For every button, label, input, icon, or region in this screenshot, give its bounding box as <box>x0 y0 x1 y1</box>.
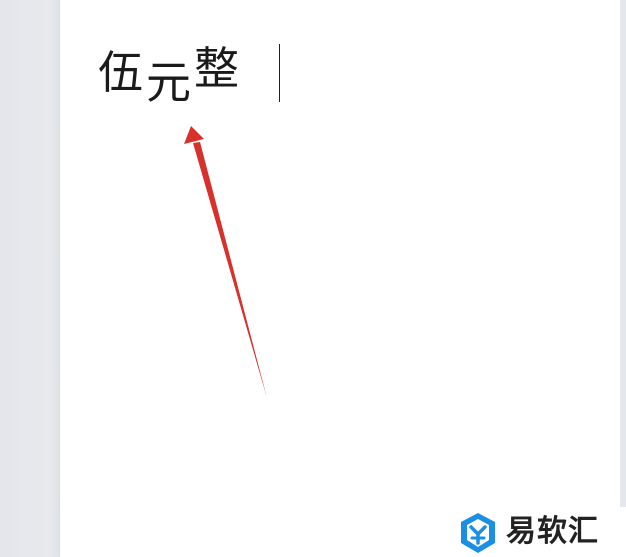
right-canvas-margin <box>620 0 626 557</box>
text-char-wu: 伍 <box>98 46 144 99</box>
left-canvas-margin <box>0 0 60 557</box>
yiruanhui-logo-icon <box>461 513 495 553</box>
document-page[interactable]: 伍 元 整 <box>60 0 620 557</box>
watermark: 易软汇 <box>452 507 626 557</box>
text-cursor <box>279 44 280 102</box>
text-char-zheng: 整 <box>194 42 240 95</box>
text-char-yuan-subscript: 元 <box>146 56 192 109</box>
watermark-text: 易软汇 <box>506 514 599 549</box>
